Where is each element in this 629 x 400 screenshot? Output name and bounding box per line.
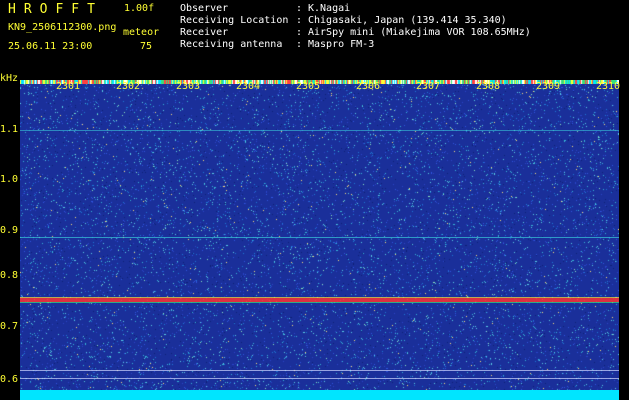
- info-key-receiver: Receiver: [180, 27, 229, 38]
- info-separator: :: [296, 27, 303, 38]
- x-tick-label: 2304: [236, 81, 261, 92]
- x-tick-label: 2310: [596, 81, 621, 92]
- info-key-location: Receiving Location: [180, 15, 289, 26]
- x-tick-label: 2305: [296, 81, 321, 92]
- y-tick-label: 0.8: [0, 270, 19, 281]
- x-tick-label: 2306: [356, 81, 381, 92]
- info-separator: :: [296, 39, 303, 50]
- version-label: 1.00f: [124, 3, 155, 14]
- y-tick-label: 0.9: [0, 225, 19, 236]
- y-tick-label: 0.7: [0, 321, 19, 332]
- meteor-label: meteor: [123, 27, 160, 38]
- y-tick-label: 0.6: [0, 374, 19, 385]
- info-separator: :: [296, 15, 303, 26]
- spectrogram-plot[interactable]: [20, 80, 619, 400]
- header-panel: HROFFT 1.00f KN9_2506112300.png meteor 2…: [0, 0, 629, 78]
- x-tick-label: 2301: [56, 81, 81, 92]
- info-key-observer: Observer: [180, 3, 229, 14]
- spectrogram-noise: [20, 80, 619, 400]
- x-tick-label: 2309: [536, 81, 561, 92]
- signal-band-edge: [20, 297, 619, 298]
- x-tick-label: 2307: [416, 81, 441, 92]
- info-key-antenna: Receiving antenna: [180, 39, 283, 50]
- datetime-label: 25.06.11 23:00: [8, 41, 93, 52]
- info-value-antenna: Maspro FM-3: [308, 39, 375, 50]
- carrier-line: [20, 237, 619, 238]
- info-value-location: Chigasaki, Japan (139.414 35.340): [308, 15, 507, 26]
- carrier-line: [20, 130, 619, 131]
- meteor-count: 75: [140, 41, 153, 52]
- signal-band-edge: [20, 302, 619, 303]
- info-separator: :: [296, 3, 303, 14]
- reference-line: [20, 370, 619, 371]
- y-tick-label: 1.0: [0, 174, 19, 185]
- info-value-observer: K.Nagai: [308, 3, 351, 14]
- info-value-receiver: AirSpy mini (Miakejima VOR 108.65MHz): [308, 27, 531, 38]
- x-tick-label: 2303: [176, 81, 201, 92]
- axis-unit-label: kHz: [0, 73, 19, 84]
- filename-label: KN9_2506112300.png: [8, 22, 117, 33]
- x-tick-label: 2302: [116, 81, 141, 92]
- x-tick-label: 2308: [476, 81, 501, 92]
- y-tick-label: 1.1: [0, 124, 19, 135]
- app-title: HROFFT: [8, 2, 103, 17]
- reference-line: [20, 378, 619, 379]
- bottom-baseline-strip: [20, 390, 619, 400]
